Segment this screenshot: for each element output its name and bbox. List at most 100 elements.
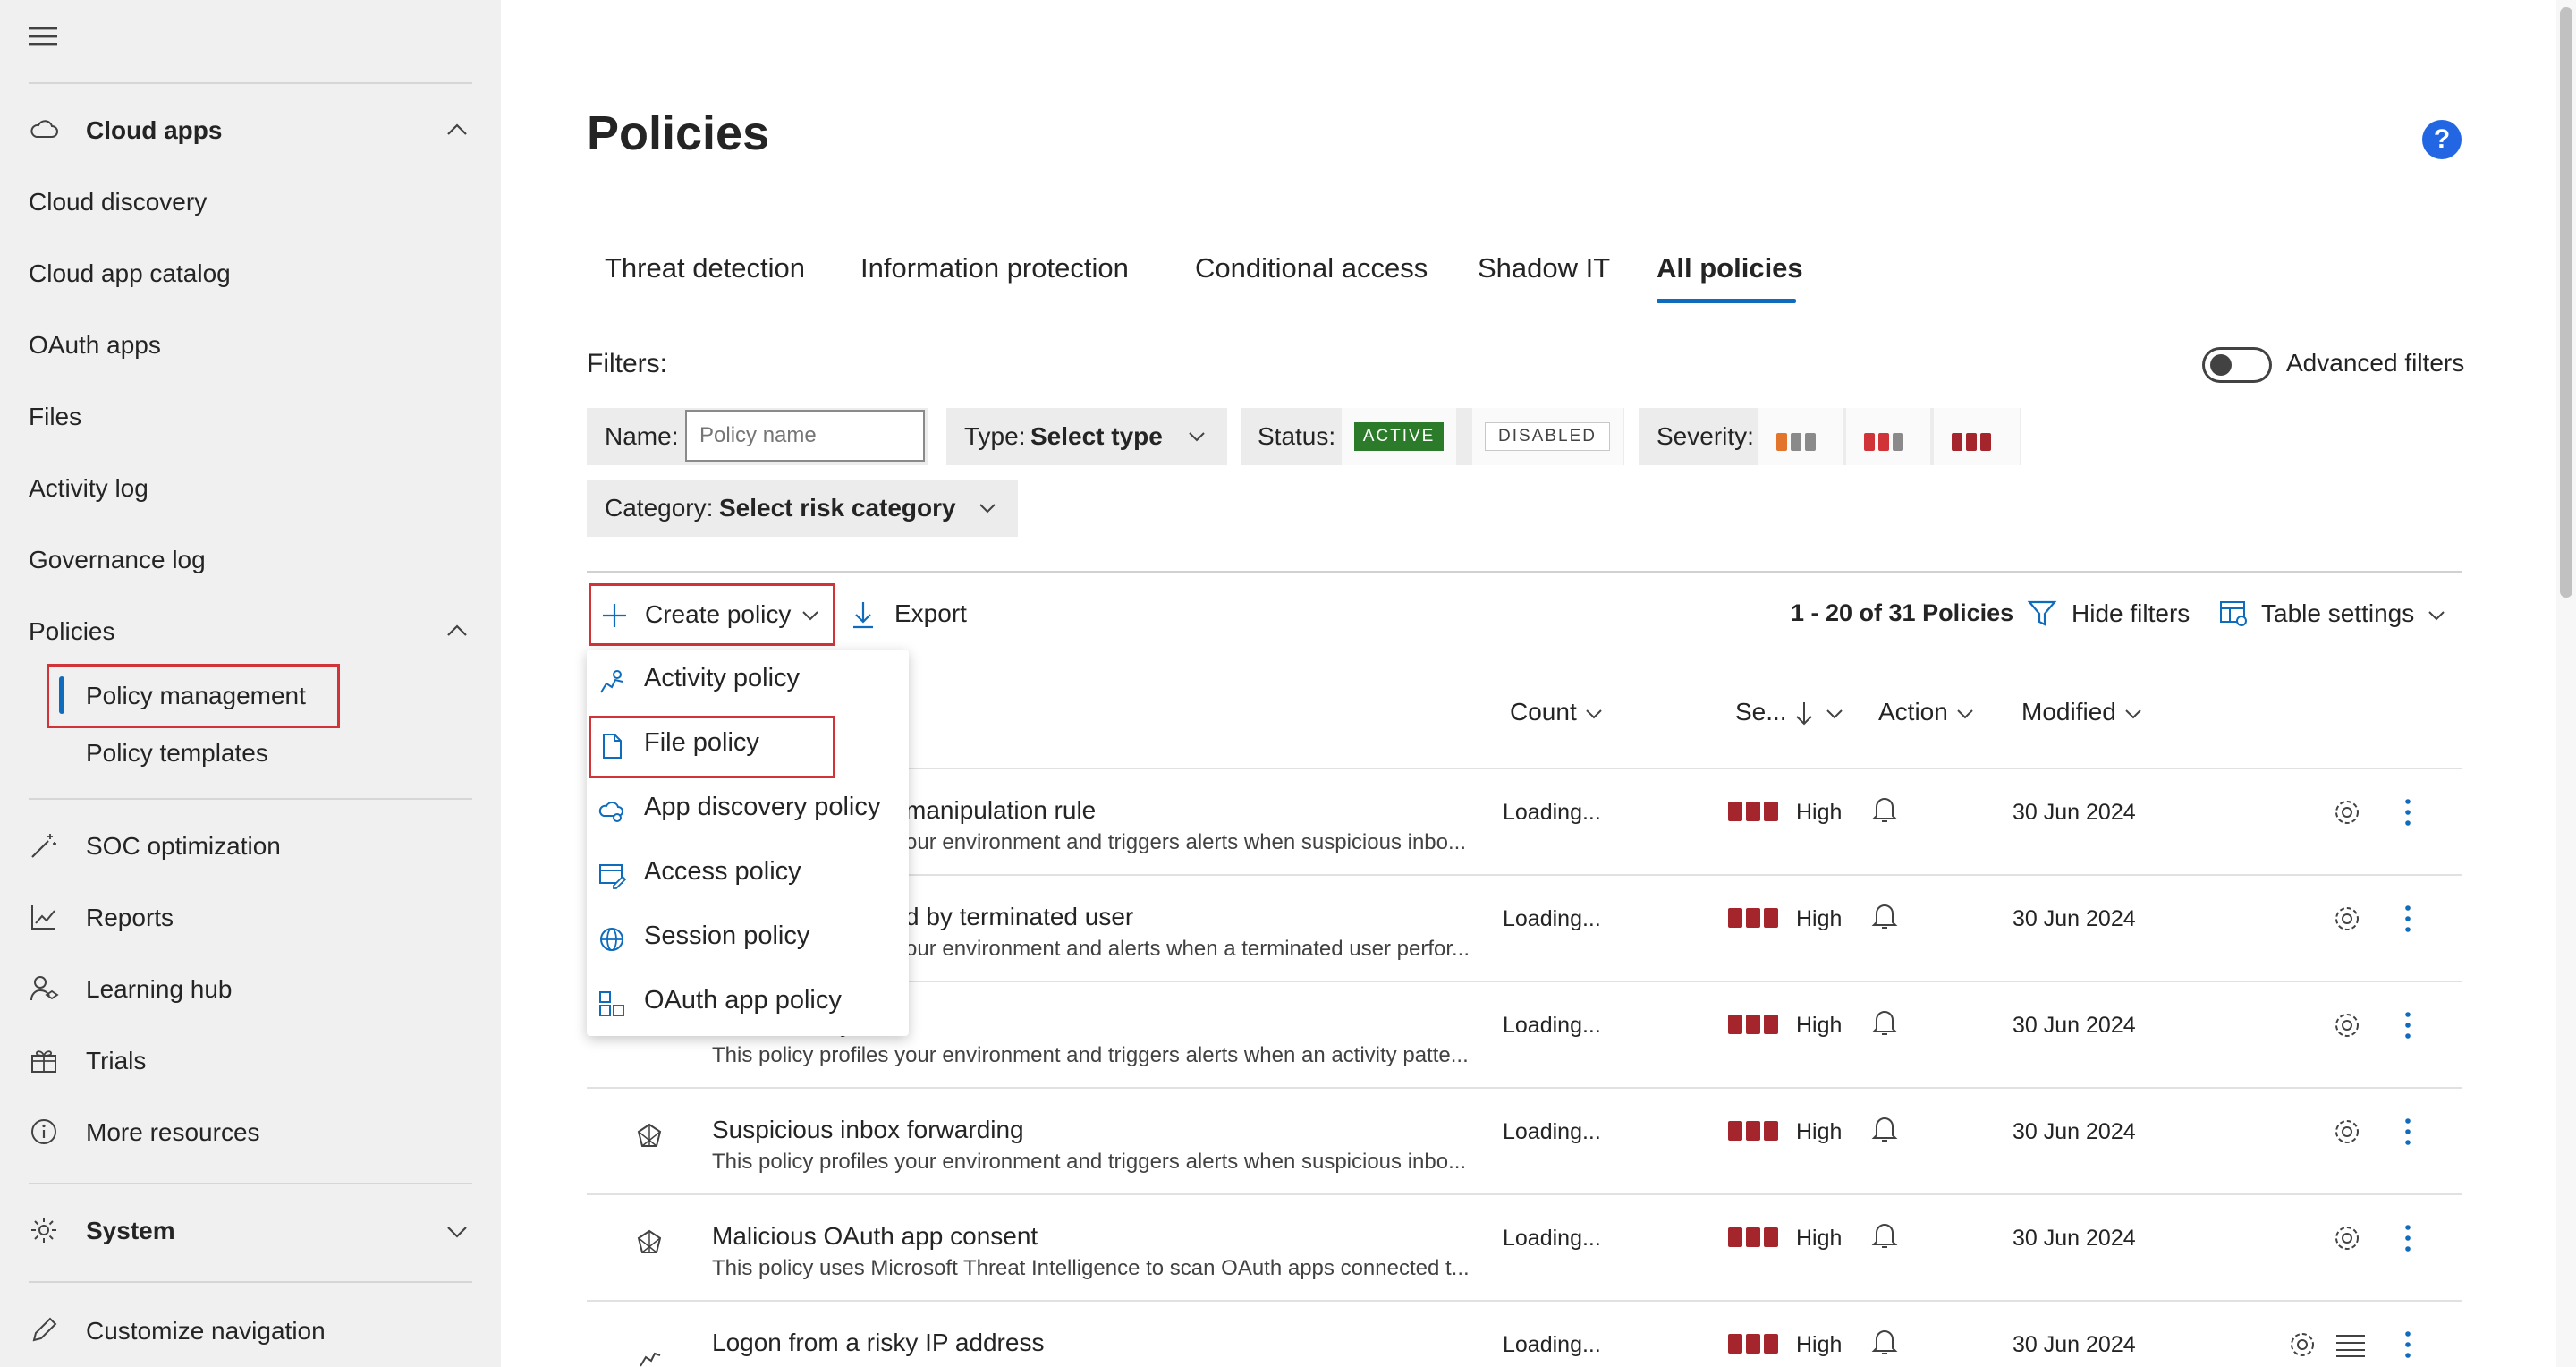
sidebar-item-customize-navigation[interactable]: Customize navigation xyxy=(86,1313,326,1349)
sidebar-item-more-resources[interactable]: More resources xyxy=(86,1115,260,1150)
highlight-box xyxy=(589,716,835,778)
hamburger-menu-icon[interactable] xyxy=(29,25,57,47)
tab-conditional-access[interactable]: Conditional access xyxy=(1195,250,1428,286)
sidebar-item-files[interactable]: Files xyxy=(29,399,81,435)
name-filter: Name: xyxy=(587,408,928,465)
gift-icon xyxy=(31,1050,56,1073)
sidebar-item-cloud-app-catalog[interactable]: Cloud app catalog xyxy=(29,256,231,292)
policy-count: Loading... xyxy=(1503,1119,1601,1144)
sidebar-item-policy-management[interactable]: Policy management xyxy=(86,678,306,714)
policy-title[interactable]: Logon from a risky IP address xyxy=(712,1329,1044,1357)
policy-severity: High xyxy=(1796,1226,1843,1251)
menu-item-activity-policy[interactable]: Activity policy xyxy=(587,650,909,714)
export-button[interactable]: Export xyxy=(850,598,993,633)
status-disabled-option[interactable]: DISABLED xyxy=(1472,408,1623,465)
status-active-badge: ACTIVE xyxy=(1354,422,1444,451)
table-row[interactable]: Logon from a risky IP address Loading...… xyxy=(587,1300,2462,1367)
chevron-down-icon xyxy=(1957,709,1973,719)
type-filter-dropdown[interactable]: Type: Select type xyxy=(946,408,1227,465)
sidebar-item-learning-hub[interactable]: Learning hub xyxy=(86,972,232,1007)
policy-title[interactable]: Suspicious inbox forwarding xyxy=(712,1116,1024,1144)
hide-filters-button[interactable]: Hide filters xyxy=(2027,598,2224,633)
active-tab-underline xyxy=(1657,299,1796,303)
menu-item-label: App discovery policy xyxy=(644,793,881,821)
table-row[interactable]: Suspicious inbox forwarding This policy … xyxy=(587,1087,2462,1194)
menu-item-label: Access policy xyxy=(644,857,801,886)
policy-title[interactable]: d by terminated user xyxy=(905,903,1133,931)
scrollbar-track[interactable] xyxy=(2556,0,2576,1367)
sidebar-item-governance-log[interactable]: Governance log xyxy=(29,542,206,578)
table-row[interactable]: Malicious OAuth app consent This policy … xyxy=(587,1193,2462,1301)
column-header-modified[interactable]: Modified xyxy=(2021,698,2143,726)
more-options-icon[interactable] xyxy=(2402,1222,2413,1254)
chevron-down-icon xyxy=(2125,709,2141,719)
policy-count: Loading... xyxy=(1503,906,1601,931)
count-header-label: Count xyxy=(1510,698,1577,726)
sidebar-item-system[interactable]: System xyxy=(86,1213,175,1249)
gear-icon[interactable] xyxy=(2331,903,2363,935)
column-header-action[interactable]: Action xyxy=(1878,698,1975,726)
menu-item-app-discovery-policy[interactable]: App discovery policy xyxy=(587,778,909,843)
policy-modified: 30 Jun 2024 xyxy=(2012,1332,2136,1357)
sidebar-item-cloud-discovery[interactable]: Cloud discovery xyxy=(29,184,207,220)
help-icon[interactable]: ? xyxy=(2422,120,2462,159)
more-options-icon[interactable] xyxy=(2402,796,2413,828)
tab-shadow-it[interactable]: Shadow IT xyxy=(1478,250,1610,286)
modified-header-label: Modified xyxy=(2021,698,2116,726)
menu-item-label: OAuth app policy xyxy=(644,986,842,1015)
divider xyxy=(29,798,472,800)
gear-icon[interactable] xyxy=(2331,1116,2363,1148)
severity-high-icon xyxy=(1728,908,1778,928)
gear-icon[interactable] xyxy=(2331,1009,2363,1041)
more-options-icon[interactable] xyxy=(2402,1116,2413,1148)
advanced-filters-toggle[interactable] xyxy=(2202,347,2272,383)
gear-icon[interactable] xyxy=(2331,1222,2363,1254)
status-disabled-badge: DISABLED xyxy=(1485,422,1610,451)
divider xyxy=(587,571,2462,573)
sidebar-item-trials[interactable]: Trials xyxy=(86,1043,146,1079)
tab-information-protection[interactable]: Information protection xyxy=(860,250,1129,286)
policy-count: Loading... xyxy=(1503,1226,1601,1251)
category-filter-dropdown[interactable]: Category: Select risk category xyxy=(587,480,1018,537)
more-options-icon[interactable] xyxy=(2402,1009,2413,1041)
tab-threat-detection[interactable]: Threat detection xyxy=(605,250,805,286)
sidebar-item-cloud-apps[interactable]: Cloud apps xyxy=(86,113,222,149)
sidebar-item-reports[interactable]: Reports xyxy=(86,900,174,936)
menu-item-access-policy[interactable]: Access policy xyxy=(587,843,909,907)
status-active-option[interactable]: ACTIVE xyxy=(1342,408,1456,465)
sidebar-item-policy-templates[interactable]: Policy templates xyxy=(86,735,268,771)
policy-count: Loading... xyxy=(1503,800,1601,825)
column-header-count[interactable]: Count xyxy=(1510,698,1604,726)
filter-icon xyxy=(2027,600,2057,626)
menu-item-oauth-app-policy[interactable]: OAuth app policy xyxy=(587,972,909,1036)
sidebar-item-oauth-apps[interactable]: OAuth apps xyxy=(29,327,161,363)
cloud-icon xyxy=(30,120,58,138)
more-options-icon[interactable] xyxy=(2402,1329,2413,1361)
chevron-up-icon[interactable] xyxy=(444,116,470,143)
sidebar-item-policies[interactable]: Policies xyxy=(29,614,114,650)
menu-item-session-policy[interactable]: Session policy xyxy=(587,907,909,972)
policy-count: Loading... xyxy=(1503,1013,1601,1038)
policy-count-text: 1 - 20 of 31 Policies xyxy=(1791,599,2014,626)
policy-title[interactable]: Malicious OAuth app consent xyxy=(712,1222,1038,1251)
create-policy-button[interactable]: Create policy xyxy=(589,583,835,646)
list-icon[interactable] xyxy=(2334,1332,2367,1357)
tab-all-policies[interactable]: All policies xyxy=(1657,250,1803,286)
table-settings-button[interactable]: Table settings xyxy=(2218,598,2460,633)
chevron-up-icon[interactable] xyxy=(444,617,470,644)
scrollbar-thumb[interactable] xyxy=(2560,7,2572,598)
gear-icon[interactable] xyxy=(2286,1329,2318,1361)
column-header-severity[interactable]: Se... xyxy=(1735,698,1844,727)
chevron-down-icon xyxy=(2428,611,2445,621)
sidebar-item-activity-log[interactable]: Activity log xyxy=(29,471,148,506)
sidebar-item-soc-optimization[interactable]: SOC optimization xyxy=(86,828,281,864)
policy-title[interactable]: manipulation rule xyxy=(905,796,1096,825)
policy-description: our environment and alerts when a termin… xyxy=(905,937,1470,961)
more-options-icon[interactable] xyxy=(2402,903,2413,935)
policy-name-input[interactable] xyxy=(685,410,925,462)
severity-high-icon xyxy=(1728,1227,1778,1247)
severity-low-icon xyxy=(1776,433,1816,451)
chevron-down-icon[interactable] xyxy=(444,1218,470,1245)
divider xyxy=(29,1183,472,1184)
gear-icon[interactable] xyxy=(2331,796,2363,828)
